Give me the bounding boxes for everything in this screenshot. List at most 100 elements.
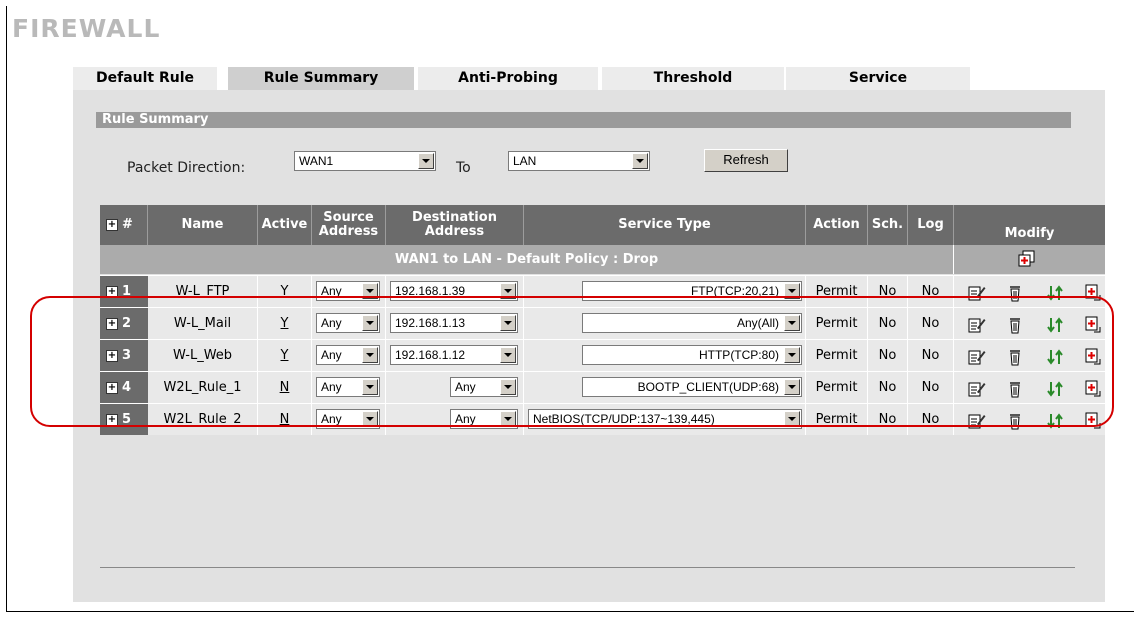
- edit-icon[interactable]: [968, 315, 986, 333]
- to-zone-value: LAN: [513, 154, 537, 168]
- source-value: Any: [321, 412, 342, 426]
- insert-icon[interactable]: [1084, 411, 1102, 429]
- service-value: Any(All): [736, 316, 779, 330]
- schedule-cell: No: [868, 372, 908, 403]
- table-row: +5 W2L_Rule_2 N Any Any NetBIOS(TCP/UDP:137~1…: [100, 403, 1105, 435]
- active-toggle-link[interactable]: N: [280, 412, 290, 427]
- from-zone-select[interactable]: WAN1: [294, 151, 436, 171]
- header-action: Action: [806, 205, 868, 245]
- chevron-down-icon: [784, 411, 800, 427]
- edit-icon[interactable]: [968, 283, 986, 301]
- active-cell: N: [258, 404, 312, 435]
- insert-icon[interactable]: [1084, 347, 1102, 365]
- expand-row-icon[interactable]: +: [106, 285, 118, 298]
- log-cell: No: [908, 276, 954, 307]
- row-index: +5: [100, 404, 148, 435]
- chevron-down-icon: [500, 283, 516, 299]
- move-icon[interactable]: [1046, 283, 1064, 301]
- source-cell: Any: [312, 340, 386, 371]
- insert-icon[interactable]: [1084, 283, 1102, 301]
- modify-cell: [954, 404, 1105, 435]
- tab-anti-probing[interactable]: Anti-Probing: [418, 67, 598, 90]
- move-icon[interactable]: [1046, 379, 1064, 397]
- edit-icon[interactable]: [968, 379, 986, 397]
- chevron-down-icon: [632, 153, 648, 169]
- service-select[interactable]: BOOTP_CLIENT(UDP:68): [582, 377, 802, 397]
- edit-icon[interactable]: [968, 347, 986, 365]
- insert-icon[interactable]: [1084, 379, 1102, 397]
- service-cell: FTP(TCP:20,21): [524, 276, 806, 307]
- destination-select[interactable]: Any: [450, 377, 518, 397]
- table-row: +2 W-L_Mail Y Any 192.168.1.13 Any(All) Permit…: [100, 307, 1105, 339]
- expand-row-icon[interactable]: +: [106, 413, 118, 426]
- destination-cell: 192.168.1.39: [386, 276, 524, 307]
- destination-select[interactable]: Any: [450, 409, 518, 429]
- rule-name: W-L_Web: [148, 340, 258, 371]
- active-toggle-link[interactable]: Y: [281, 316, 289, 331]
- chevron-down-icon: [500, 411, 516, 427]
- source-select[interactable]: Any: [316, 409, 380, 429]
- page-title: FIREWALL: [12, 14, 161, 43]
- delete-icon[interactable]: [1006, 347, 1024, 366]
- delete-icon[interactable]: [1006, 315, 1024, 334]
- expand-row-icon[interactable]: +: [106, 381, 118, 394]
- to-zone-select[interactable]: LAN: [508, 151, 650, 171]
- move-icon[interactable]: [1046, 347, 1064, 365]
- source-value: Any: [321, 348, 342, 362]
- service-cell: BOOTP_CLIENT(UDP:68): [524, 372, 806, 403]
- tab-service[interactable]: Service: [786, 67, 970, 90]
- delete-icon[interactable]: [1006, 283, 1024, 302]
- delete-icon[interactable]: [1006, 379, 1024, 398]
- source-select[interactable]: Any: [316, 377, 380, 397]
- destination-select[interactable]: 192.168.1.13: [390, 313, 518, 333]
- refresh-button[interactable]: Refresh: [704, 149, 788, 172]
- table-row: +3 W-L_Web Y Any 192.168.1.12 HTTP(TCP:80) Per…: [100, 339, 1105, 371]
- insert-icon[interactable]: [1084, 315, 1102, 333]
- chevron-down-icon: [362, 411, 378, 427]
- default-policy-row: WAN1 to LAN - Default Policy : Drop: [100, 245, 1105, 274]
- move-icon[interactable]: [1046, 411, 1064, 429]
- service-value: HTTP(TCP:80): [698, 348, 779, 362]
- rule-name: W-L_Mail: [148, 308, 258, 339]
- active-toggle-link[interactable]: N: [280, 380, 290, 395]
- destination-cell: 192.168.1.12: [386, 340, 524, 371]
- from-zone-value: WAN1: [299, 154, 334, 168]
- delete-icon[interactable]: [1006, 411, 1024, 430]
- move-icon[interactable]: [1046, 315, 1064, 333]
- service-select[interactable]: NetBIOS(TCP/UDP:137~139,445): [528, 409, 802, 429]
- destination-select[interactable]: 192.168.1.12: [390, 345, 518, 365]
- active-toggle-link[interactable]: Y: [281, 348, 289, 363]
- row-index-label: 2: [122, 316, 132, 331]
- header-destination: Destination Address: [386, 205, 524, 245]
- row-index-label: 4: [122, 380, 132, 395]
- destination-select[interactable]: 192.168.1.39: [390, 281, 518, 301]
- source-select[interactable]: Any: [316, 345, 380, 365]
- active-toggle-link[interactable]: Y: [281, 284, 289, 299]
- service-select[interactable]: FTP(TCP:20,21): [582, 281, 802, 301]
- expand-row-icon[interactable]: +: [106, 317, 118, 330]
- header-index-label: #: [122, 217, 133, 232]
- service-select[interactable]: Any(All): [582, 313, 802, 333]
- schedule-cell: No: [868, 340, 908, 371]
- tab-rule-summary[interactable]: Rule Summary: [228, 67, 414, 91]
- chevron-down-icon: [362, 347, 378, 363]
- append-rule-icon[interactable]: [1018, 250, 1036, 268]
- row-index: +4: [100, 372, 148, 403]
- tab-threshold[interactable]: Threshold: [602, 67, 784, 90]
- modify-cell: [954, 276, 1105, 307]
- source-select[interactable]: Any: [316, 281, 380, 301]
- row-index-label: 5: [122, 412, 132, 427]
- service-select[interactable]: HTTP(TCP:80): [582, 345, 802, 365]
- source-value: Any: [321, 316, 342, 330]
- action-cell: Permit: [806, 404, 868, 435]
- header-name: Name: [148, 205, 258, 245]
- destination-cell: 192.168.1.13: [386, 308, 524, 339]
- edit-icon[interactable]: [968, 411, 986, 429]
- destination-value: 192.168.1.12: [395, 348, 466, 362]
- expand-row-icon[interactable]: +: [106, 349, 118, 362]
- chevron-down-icon: [784, 347, 800, 363]
- source-select[interactable]: Any: [316, 313, 380, 333]
- tab-default-rule[interactable]: Default Rule: [73, 67, 217, 90]
- expand-all-icon[interactable]: +: [106, 219, 118, 231]
- chevron-down-icon: [784, 379, 800, 395]
